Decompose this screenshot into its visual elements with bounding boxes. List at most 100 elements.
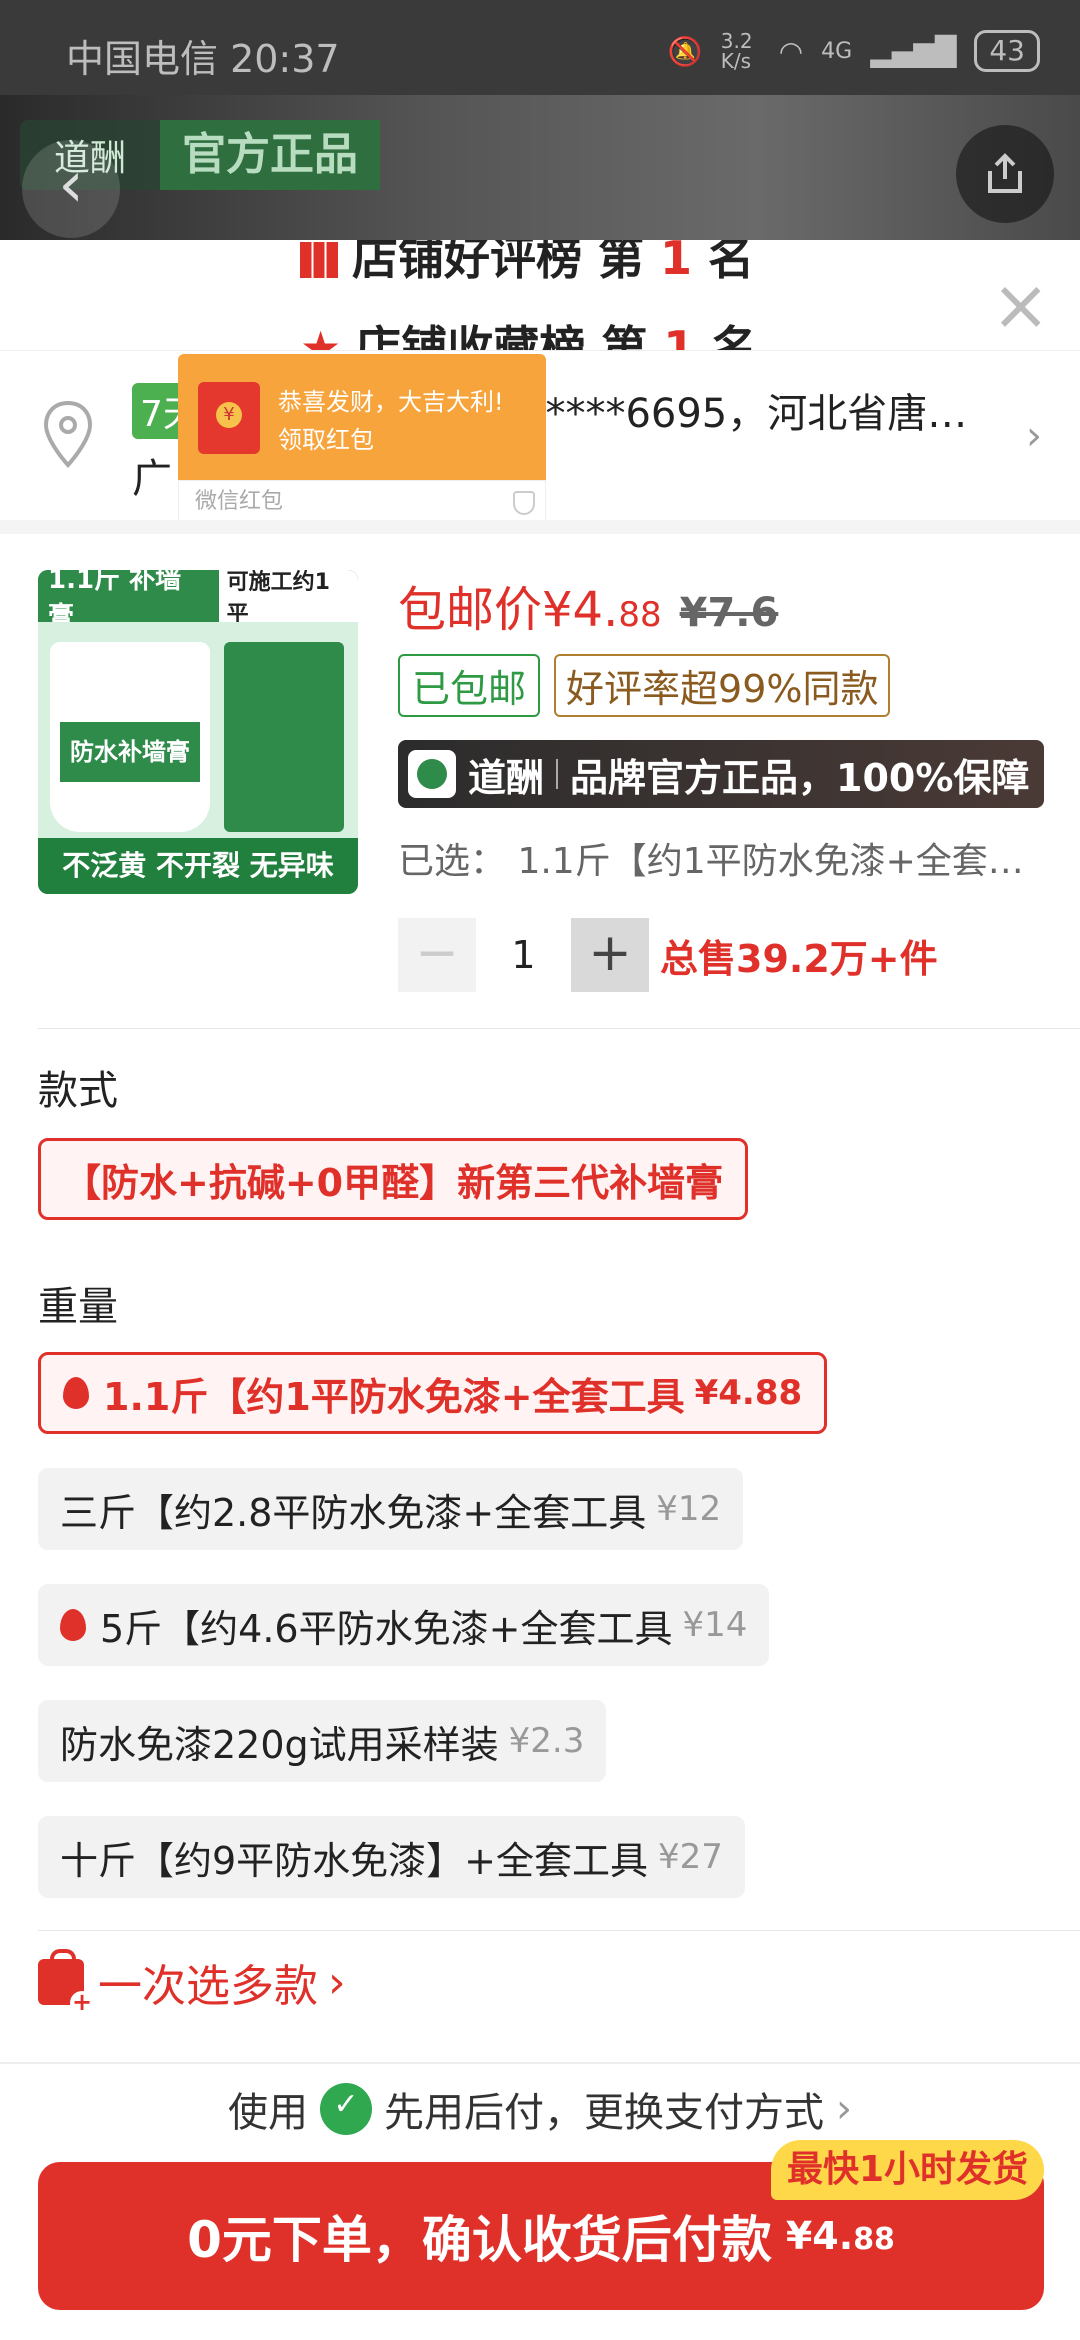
- divider: [38, 1930, 1080, 1931]
- weight-option-5[interactable]: 十斤【约9平防水免漆】+全套工具 ¥27: [38, 1816, 745, 1898]
- thumb-body: 防水补墙膏: [38, 622, 358, 838]
- original-price: ¥7.6: [679, 590, 779, 636]
- rank-number: 1: [663, 321, 696, 350]
- location-icon: [43, 400, 93, 468]
- decrease-button[interactable]: −: [398, 918, 476, 992]
- rank-line-reviews: 店铺好评榜 第 1 名: [300, 240, 754, 288]
- payment-prefix: 使用: [228, 2090, 308, 2136]
- multi-select-label: 一次选多款: [98, 1961, 318, 2012]
- close-icon[interactable]: ×: [991, 270, 1050, 340]
- price-label: 包邮价¥4.: [398, 582, 619, 638]
- rating-badge: 好评率超99%同款: [554, 654, 891, 717]
- quantity-stepper: − 1 +: [398, 918, 649, 992]
- wechat-red-packet-popup[interactable]: 恭喜发财，大吉大利! 领取红包 微信红包: [178, 354, 546, 524]
- red-packet-card[interactable]: 恭喜发财，大吉大利! 领取红包: [178, 354, 546, 480]
- status-time: 中国电信 20:37: [66, 37, 340, 81]
- free-shipping-badge: 已包邮: [398, 654, 541, 717]
- style-option-label: 【防水+抗碱+0甲醛】新第三代补墙膏: [63, 1160, 724, 1205]
- weight-option-3[interactable]: 5斤【约4.6平防水免漆+全套工具 ¥14: [38, 1584, 770, 1666]
- pay-later-icon: [320, 2083, 372, 2135]
- rank-chart-icon: [300, 242, 338, 278]
- price-row: 包邮价¥4.88 ¥7.6: [398, 570, 778, 640]
- current-price: 包邮价¥4.88: [398, 570, 662, 640]
- red-envelope-icon: [198, 382, 260, 454]
- badges: 已包邮 好评率超99%同款: [398, 654, 891, 717]
- chevron-right-icon: ›: [328, 1956, 346, 2008]
- net-speed: 3.2 K/s: [720, 29, 753, 73]
- selected-sku-text: 已选： 1.1斤【约1平防水免漆+全套工具: [398, 841, 1048, 882]
- official-text: 品牌官方正品，100%保障: [570, 755, 1030, 800]
- shield-icon: [513, 491, 535, 515]
- red-packet-title: 恭喜发财，大吉大利!: [278, 388, 504, 416]
- section-gap: [0, 2062, 1080, 2064]
- payment-method-row[interactable]: 使用 先用后付，更换支付方式 ›: [0, 2080, 1080, 2138]
- network-type: 4G: [821, 38, 853, 64]
- rank-suffix: 名: [708, 240, 755, 285]
- status-bar: 中国电信 20:37 🔕 3.2 K/s ◠ 4G ▂▄▆█ 43: [0, 0, 1080, 100]
- weight-option-4[interactable]: 防水免漆220g试用采样装 ¥2.3: [38, 1700, 607, 1782]
- weight-option-price: ¥14: [682, 1605, 748, 1645]
- weight-title: 重量: [38, 1284, 118, 1330]
- thumb-coverage-text: 可施工约1平: [218, 570, 358, 628]
- bucket-illustration: 防水补墙膏: [50, 642, 210, 832]
- status-icons: 🔕 3.2 K/s ◠ 4G ▂▄▆█ 43: [668, 30, 1040, 72]
- weight-option-label: 5斤【约4.6平防水免漆+全套工具: [100, 1606, 673, 1651]
- price-decimals: 88: [618, 595, 662, 635]
- fast-shipping-tag: 最快1小时发货: [770, 2140, 1044, 2200]
- address-line2: 广: [132, 456, 172, 502]
- weight-option-1[interactable]: 1.1斤【约1平防水免漆+全套工具 ¥4.88: [38, 1352, 828, 1434]
- red-packet-source: 微信红包: [195, 489, 284, 514]
- red-packet-subtitle: 领取红包: [278, 426, 374, 454]
- weight-option-label: 十斤【约9平防水免漆】+全套工具: [60, 1838, 649, 1883]
- brand-logo-icon: [408, 750, 456, 798]
- rank-number: 1: [660, 240, 693, 285]
- share-icon: [988, 153, 1022, 193]
- sku-sheet: 店铺好评榜 第 1 名 ★ 店铺收藏榜 第 1 名 × 7天 9****6695，…: [0, 240, 1080, 2340]
- usage-panel: [224, 642, 344, 832]
- weight-option-label: 三斤【约2.8平防水免漆+全套工具: [60, 1490, 647, 1535]
- weight-option-label: 防水免漆220g试用采样装: [60, 1722, 499, 1767]
- rank-strip: 店铺好评榜 第 1 名 ★ 店铺收藏榜 第 1 名 ×: [0, 240, 1080, 350]
- weight-option-price: ¥27: [658, 1837, 723, 1877]
- section-gap: [0, 520, 1080, 534]
- weight-option-price: ¥4.88: [694, 1373, 803, 1413]
- fire-icon: [63, 1377, 89, 1409]
- weight-option-label: 1.1斤【约1平防水免漆+全套工具: [103, 1374, 685, 1419]
- separator: [556, 759, 559, 789]
- chevron-right-icon: ›: [1026, 413, 1042, 459]
- fire-icon: [60, 1609, 86, 1641]
- chevron-left-icon: ‹: [58, 148, 84, 222]
- battery-icon: 43: [974, 30, 1040, 72]
- weight-option-price: ¥2.3: [508, 1721, 585, 1761]
- product-thumbnail[interactable]: 1.1斤 补墙膏 可施工约1平 防水补墙膏 不泛黄 不开裂 无异味: [38, 570, 358, 894]
- share-button[interactable]: [956, 125, 1054, 223]
- shopping-bag-plus-icon: [38, 1949, 94, 2015]
- style-option[interactable]: 【防水+抗碱+0甲醛】新第三代补墙膏: [38, 1138, 749, 1220]
- thumb-header: 1.1斤 补墙膏 可施工约1平: [38, 570, 358, 632]
- style-title: 款式: [38, 1068, 118, 1114]
- thumb-footer: 不泛黄 不开裂 无异味: [38, 838, 358, 894]
- wifi-icon: ◠: [778, 34, 804, 68]
- red-packet-footer: 微信红包: [178, 480, 546, 524]
- mute-icon: 🔕: [667, 34, 703, 68]
- weight-option-price: ¥12: [656, 1489, 722, 1529]
- official-badge: 官方正品: [160, 120, 380, 190]
- bucket-label: 防水补墙膏: [60, 722, 200, 782]
- rank-line-favorites: ★ 店铺收藏榜 第 1 名: [300, 312, 757, 350]
- rank-suffix: 名: [711, 321, 758, 350]
- official-brand: 道酬: [468, 755, 545, 800]
- total-sold: 总售39.2万+件: [660, 937, 938, 981]
- chevron-right-icon: ›: [836, 2086, 852, 2132]
- divider: [38, 1028, 1080, 1029]
- address-text: 9****6695，河北省唐…: [520, 391, 968, 437]
- rank-text: 店铺收藏榜 第: [355, 321, 648, 350]
- multi-select-link[interactable]: 一次选多款 ›: [38, 1949, 346, 2015]
- back-button[interactable]: ‹: [22, 140, 120, 238]
- increase-button[interactable]: +: [571, 918, 649, 992]
- payment-text: 先用后付，更换支付方式: [384, 2090, 824, 2136]
- official-guarantee-bar: 道酬 品牌官方正品，100%保障: [398, 740, 1044, 808]
- star-icon: ★: [300, 321, 342, 350]
- order-button-label: 0元下单，确认收货后付款: [187, 2211, 772, 2269]
- quantity-value[interactable]: 1: [476, 933, 571, 977]
- weight-option-2[interactable]: 三斤【约2.8平防水免漆+全套工具 ¥12: [38, 1468, 744, 1550]
